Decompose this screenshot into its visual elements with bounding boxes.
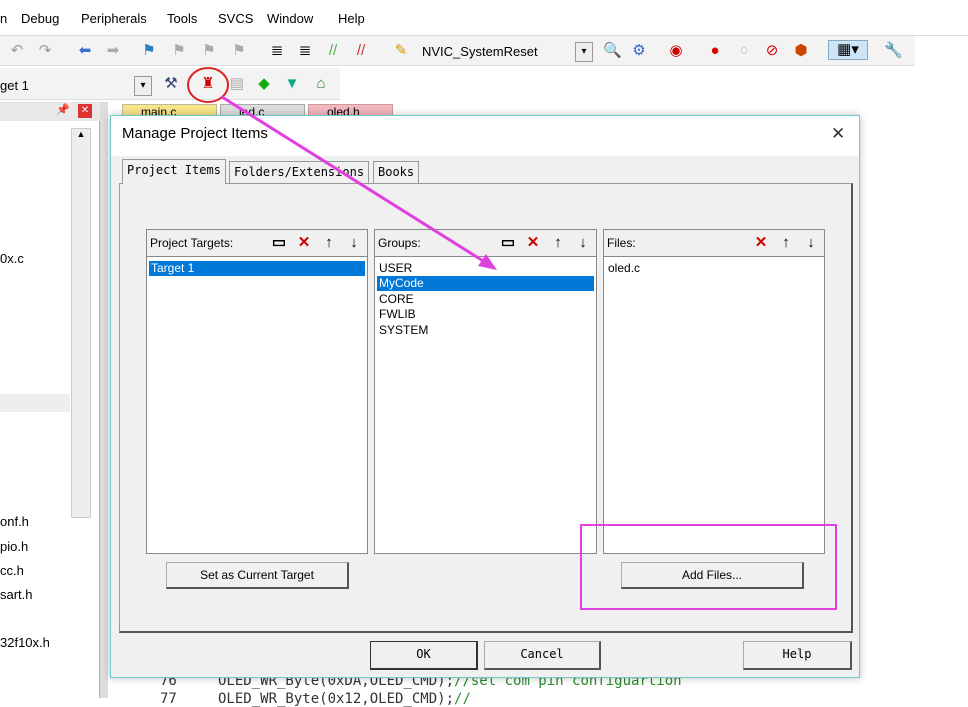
annotation-arrow xyxy=(221,95,489,266)
annotation-overlay xyxy=(187,67,837,610)
highlight-rect xyxy=(580,524,837,610)
highlight-circle xyxy=(187,67,229,103)
arrow-head xyxy=(478,254,497,270)
tab-project-items[interactable]: Project Items xyxy=(122,159,226,184)
